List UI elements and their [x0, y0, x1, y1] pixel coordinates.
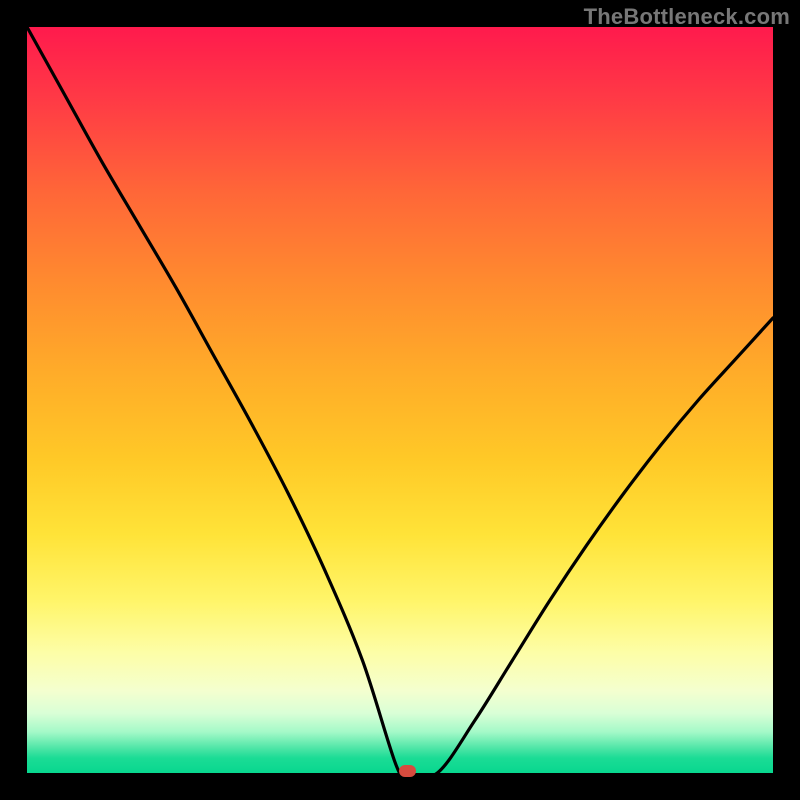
- bottleneck-curve: [27, 27, 773, 773]
- curve-path: [27, 27, 773, 773]
- chart-frame: TheBottleneck.com: [0, 0, 800, 800]
- optimum-marker: [399, 765, 416, 777]
- plot-area: [27, 27, 773, 773]
